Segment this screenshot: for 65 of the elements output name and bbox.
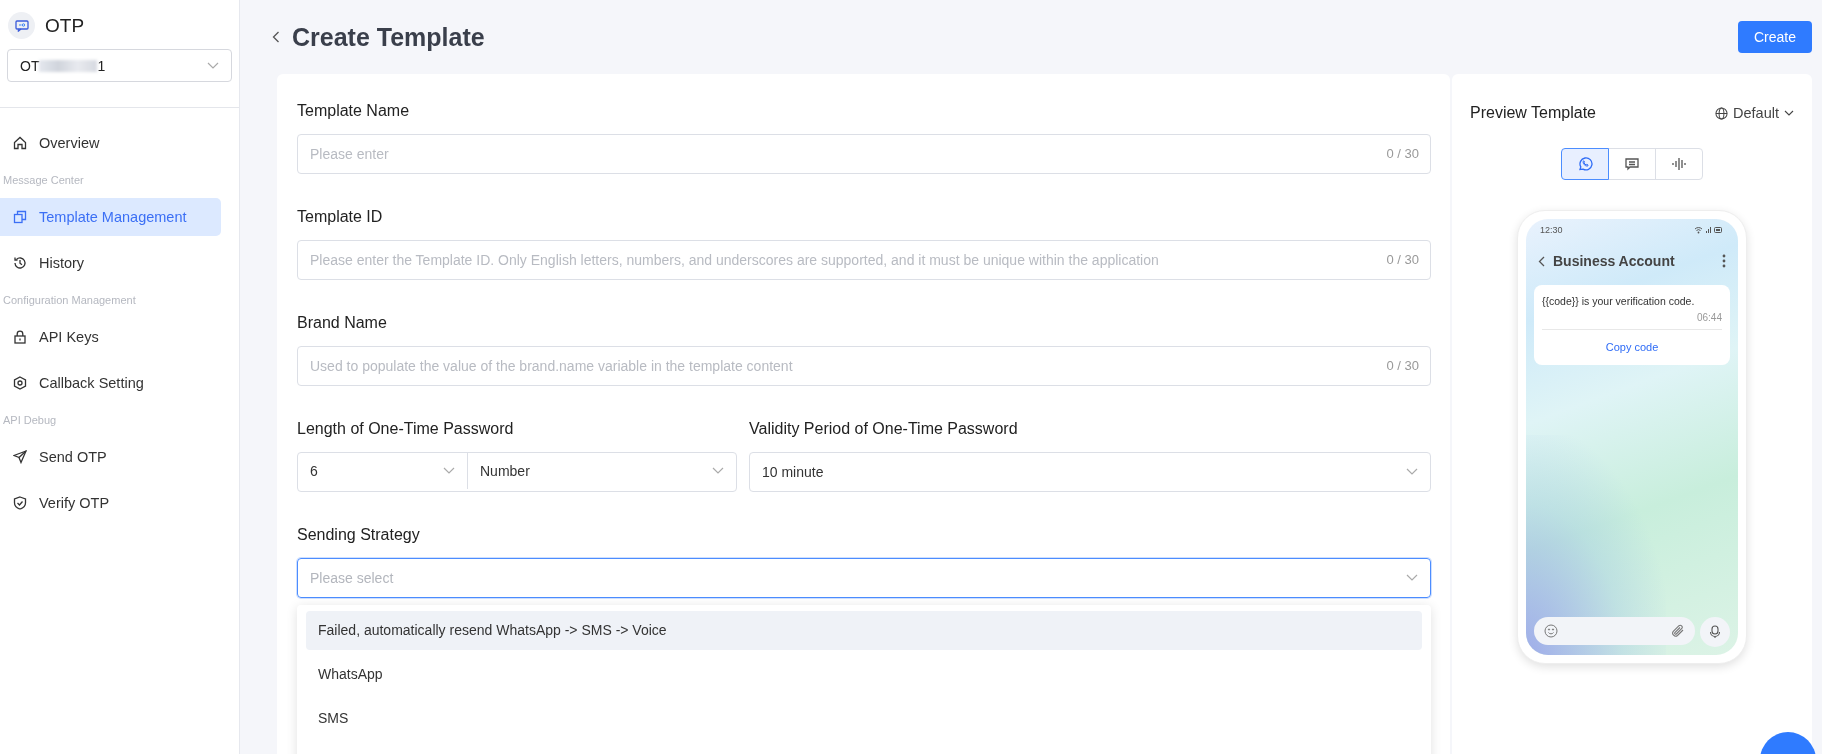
create-button[interactable]: Create: [1737, 21, 1812, 53]
nav-item[interactable]: History: [0, 244, 221, 282]
copy-code-link[interactable]: Copy code: [1542, 330, 1722, 365]
message-time: 06:44: [1542, 312, 1722, 330]
nav-item[interactable]: API Keys: [0, 318, 221, 356]
home-icon: [13, 136, 27, 150]
character-count: 0 / 30: [1386, 252, 1419, 267]
sound-wave-icon: [1670, 156, 1687, 172]
microphone-icon: [1709, 625, 1721, 639]
character-count: 0 / 30: [1386, 358, 1419, 373]
status-icons: [1694, 226, 1724, 234]
chat-bubble-phone-icon: [1576, 156, 1593, 172]
field-label: Template Name: [297, 102, 411, 120]
app-selector[interactable]: OT 1: [7, 49, 232, 82]
preview-title: Preview Template: [1470, 104, 1596, 122]
dropdown-option[interactable]: WhatsApp: [306, 655, 1422, 694]
field-label: Validity Period of One-Time Password: [749, 420, 1019, 438]
length-select[interactable]: 6: [298, 453, 468, 489]
dropdown-option[interactable]: SMS: [306, 699, 1422, 738]
microphone-button[interactable]: [1700, 617, 1730, 647]
nav-item[interactable]: Overview: [0, 124, 221, 162]
chevron-down-icon: [1784, 109, 1794, 117]
nav-item[interactable]: Verify OTP: [0, 484, 221, 522]
page-title: Create Template: [292, 22, 485, 52]
nav-item[interactable]: Callback Setting: [0, 364, 221, 402]
chevron-down-icon: [443, 467, 455, 475]
language-dropdown[interactable]: Default: [1715, 105, 1794, 121]
field-label: Length of One-Time Password: [297, 420, 515, 438]
field-label: Template ID: [297, 208, 384, 226]
nav-section-label: Message Center: [2, 173, 85, 188]
message-text: {{code}} is your verification code.: [1542, 295, 1696, 307]
validity-select[interactable]: 10 minute: [749, 452, 1431, 492]
message-icon: [1623, 156, 1640, 172]
phone-time: 12:30: [1540, 225, 1563, 235]
shield-icon: [13, 496, 27, 510]
contact-name: Business Account: [1553, 253, 1675, 269]
paperclip-icon: [1671, 624, 1685, 638]
type-select[interactable]: Number: [468, 453, 736, 489]
back-icon[interactable]: [272, 31, 280, 43]
channel-tab[interactable]: [1560, 148, 1609, 180]
send-icon: [13, 450, 27, 464]
history-icon: [13, 256, 27, 270]
field-label: Sending Strategy: [297, 526, 421, 544]
nav-item[interactable]: Send OTP: [0, 438, 221, 476]
field-label: Brand Name: [297, 314, 388, 332]
chevron-down-icon: [1406, 574, 1418, 582]
lock-icon: [13, 330, 27, 344]
redacted-text: [39, 59, 98, 72]
back-icon[interactable]: [1538, 255, 1545, 267]
character-count: 0 / 30: [1386, 146, 1419, 161]
chevron-down-icon: [1406, 468, 1418, 476]
nav-item[interactable]: Template Management: [0, 198, 221, 236]
globe-icon: [1715, 106, 1729, 120]
dropdown-option[interactable]: Failed, automatically resend WhatsApp -> SMS -> Voice: [306, 611, 1422, 650]
copy-icon: [13, 210, 27, 224]
message-input-field[interactable]: [1534, 617, 1695, 645]
nav-section-label: API Debug: [2, 413, 58, 428]
app-logo-icon: [8, 12, 35, 39]
hexagon-icon: [13, 376, 27, 390]
chevron-down-icon: [712, 467, 724, 475]
more-icon[interactable]: [1722, 254, 1726, 268]
chevron-down-icon: [207, 61, 219, 70]
nav-section-label: Configuration Management: [2, 293, 137, 308]
smiley-icon: [1544, 624, 1558, 638]
app-name: OTP: [45, 14, 85, 37]
